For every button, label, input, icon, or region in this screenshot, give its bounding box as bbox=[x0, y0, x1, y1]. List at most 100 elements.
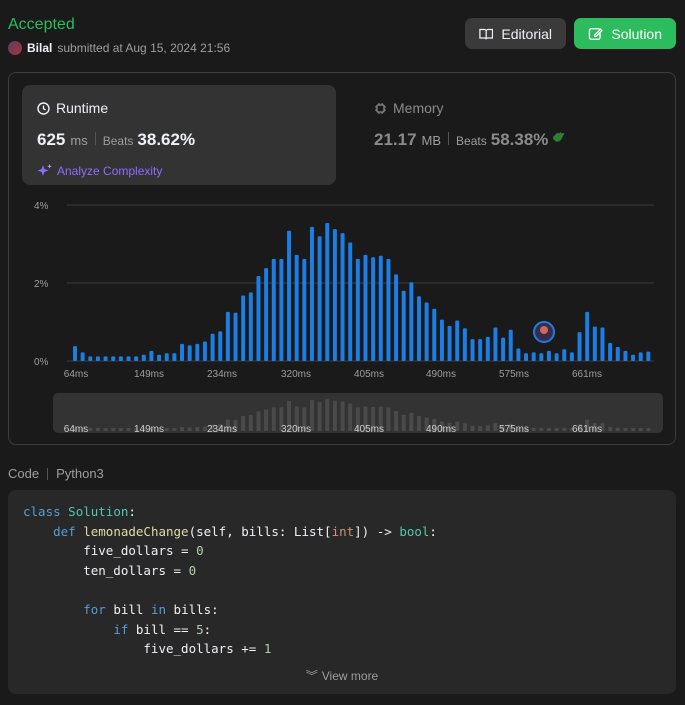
overview-bar bbox=[386, 407, 391, 431]
overview-tick-label: 490ms bbox=[426, 424, 456, 435]
chart-bar bbox=[417, 296, 421, 361]
overview-tick-label: 405ms bbox=[354, 424, 384, 435]
memory-unit: MB bbox=[421, 133, 442, 148]
x-tick-label: 234ms bbox=[207, 369, 237, 380]
overview-tick-label: 575ms bbox=[499, 424, 529, 435]
memory-beats-value: 58.38% bbox=[490, 130, 549, 149]
overview-bar bbox=[417, 416, 421, 431]
chart-bar bbox=[264, 268, 269, 361]
view-more-button[interactable]: ︾ View more bbox=[8, 667, 676, 684]
analyze-complexity-link[interactable]: Analyze Complexity bbox=[37, 163, 162, 179]
overview-bar bbox=[470, 425, 475, 431]
chart-bar bbox=[256, 275, 261, 361]
chart-bar bbox=[302, 258, 307, 361]
chart-bar bbox=[615, 346, 620, 361]
divider bbox=[448, 132, 450, 145]
chart-bar bbox=[340, 233, 345, 361]
overview-bar bbox=[95, 428, 100, 431]
overview-bar bbox=[118, 428, 123, 431]
chart-bar bbox=[325, 222, 330, 361]
chart-bar bbox=[210, 333, 215, 361]
x-tick-label: 149ms bbox=[134, 369, 164, 380]
chart-bar bbox=[202, 341, 207, 361]
overview-bar bbox=[478, 425, 483, 431]
runtime-values: 625 ms Beats 38.62% bbox=[37, 130, 195, 150]
analyze-label: Analyze Complexity bbox=[57, 164, 163, 178]
chart-bar bbox=[225, 311, 230, 361]
chart-bar bbox=[378, 255, 383, 361]
submission-header: Accepted Bilal submitted at Aug 15, 2024… bbox=[8, 14, 678, 58]
chart-bar bbox=[485, 336, 490, 361]
runtime-beats-label: Beats bbox=[102, 134, 134, 148]
overview-bar bbox=[608, 426, 613, 431]
x-tick-label: 64ms bbox=[64, 369, 88, 380]
code-tab[interactable]: Code bbox=[8, 466, 39, 481]
chart-bar bbox=[218, 331, 223, 361]
editorial-label: Editorial bbox=[501, 25, 552, 42]
solution-button[interactable]: Solution bbox=[574, 18, 676, 49]
chart-bar bbox=[157, 354, 162, 361]
x-tick-label: 575ms bbox=[499, 369, 529, 380]
chart-bar bbox=[309, 226, 314, 361]
chart-bar bbox=[149, 350, 154, 361]
chart-bar bbox=[233, 312, 238, 361]
chart-bar bbox=[88, 356, 93, 361]
overview-bar bbox=[562, 428, 567, 431]
overview-bar bbox=[531, 428, 536, 431]
overview-bar bbox=[264, 409, 269, 431]
editorial-button[interactable]: Editorial bbox=[465, 18, 566, 49]
chart-bar bbox=[294, 254, 299, 361]
chart-bar bbox=[394, 274, 399, 361]
chart-bar bbox=[455, 320, 460, 361]
chip-icon bbox=[375, 102, 386, 114]
runtime-beats-value: 38.62% bbox=[137, 130, 196, 149]
memory-panel[interactable]: Memory 21.17 MB Beats 58.38% bbox=[359, 85, 659, 185]
runtime-title: Runtime bbox=[37, 100, 108, 116]
overview-bar bbox=[615, 427, 620, 431]
chart-bar bbox=[462, 328, 467, 361]
book-icon bbox=[479, 28, 494, 40]
code-content: class Solution: def lemonadeChange(self,… bbox=[23, 504, 437, 657]
username[interactable]: Bilal bbox=[27, 41, 52, 55]
divider bbox=[94, 132, 96, 145]
overview-bar bbox=[340, 401, 345, 431]
code-block[interactable]: class Solution: def lemonadeChange(self,… bbox=[8, 490, 676, 694]
runtime-distribution-chart[interactable]: 4% 2% 0% 64ms 149ms 234ms 320ms 405ms 490ms 575ms… bbox=[9, 193, 677, 443]
memory-title: Memory bbox=[374, 100, 444, 116]
chart-bar bbox=[164, 353, 169, 361]
overview-bar bbox=[111, 428, 116, 431]
overview-tick-label: 64ms bbox=[64, 424, 88, 435]
memory-beats-label: Beats bbox=[456, 134, 487, 148]
chart-bar bbox=[355, 258, 360, 361]
clap-icon bbox=[553, 132, 565, 142]
chart-bar bbox=[600, 327, 605, 361]
sparkle-icon bbox=[37, 164, 52, 176]
memory-value: 21.17 bbox=[374, 130, 417, 149]
chart-bar bbox=[646, 351, 651, 361]
chart-bar bbox=[608, 343, 613, 361]
overview-bar bbox=[646, 428, 651, 431]
overview-bar bbox=[638, 428, 643, 431]
chart-bar bbox=[118, 356, 123, 361]
y-tick-label: 4% bbox=[34, 201, 49, 212]
runtime-panel[interactable]: Runtime 625 ms Beats 38.62% Analyze Comp… bbox=[22, 85, 336, 185]
chart-bar bbox=[271, 258, 276, 361]
overview-bar bbox=[554, 428, 559, 431]
chart-bar bbox=[134, 356, 139, 361]
runtime-value: 625 bbox=[37, 130, 66, 149]
overview-bar bbox=[180, 427, 185, 431]
chart-bar bbox=[363, 254, 368, 361]
chart-bar bbox=[401, 290, 406, 361]
chart-bar bbox=[439, 319, 444, 361]
chart-bar bbox=[103, 356, 108, 361]
overview-bar bbox=[241, 415, 246, 431]
chart-bar bbox=[279, 258, 284, 361]
edit-icon bbox=[588, 27, 603, 40]
overview-bar bbox=[317, 402, 322, 431]
chart-bar bbox=[126, 356, 131, 361]
chart-bar bbox=[317, 236, 322, 361]
chart-bar bbox=[585, 311, 590, 361]
avatar[interactable] bbox=[8, 41, 22, 55]
status-text: Accepted bbox=[8, 16, 75, 33]
performance-card: Runtime 625 ms Beats 38.62% Analyze Comp… bbox=[8, 72, 676, 445]
